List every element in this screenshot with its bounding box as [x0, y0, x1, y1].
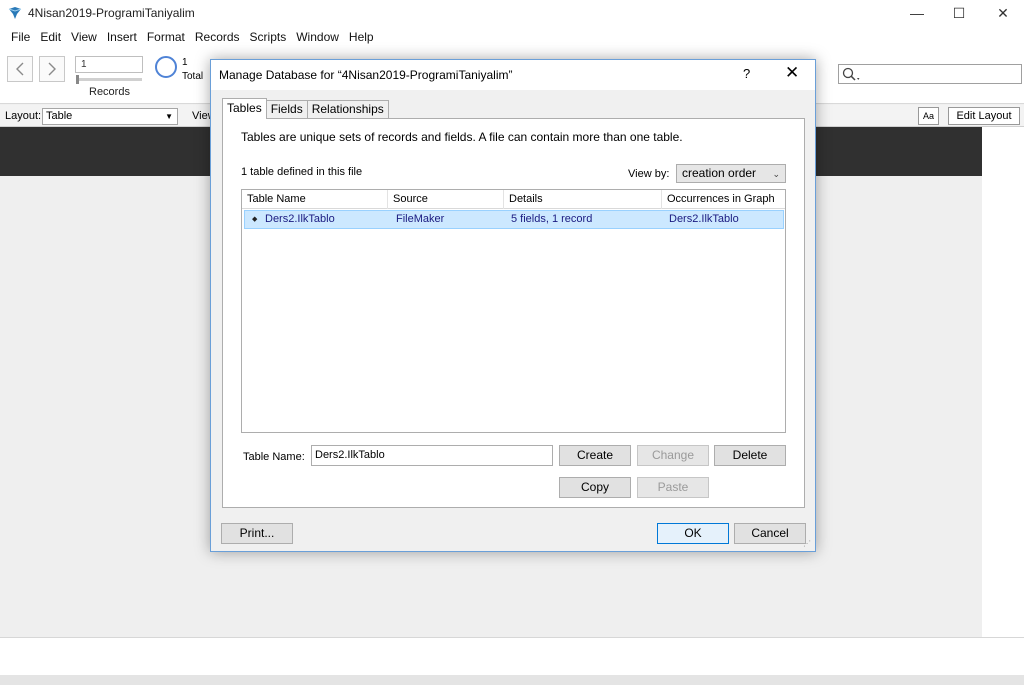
- tab-tables[interactable]: Tables: [222, 98, 267, 119]
- dialog-title: Manage Database for “4Nisan2019-Programi…: [219, 68, 513, 82]
- menu-records[interactable]: Records: [190, 30, 245, 44]
- search-icon: [842, 67, 860, 81]
- chevron-right-icon: [48, 62, 56, 76]
- menu-file[interactable]: File: [6, 30, 35, 44]
- content-side-area: [982, 127, 1024, 637]
- records-pie-icon: [155, 56, 177, 78]
- view-by-label: View by:: [628, 168, 670, 180]
- menu-help[interactable]: Help: [344, 30, 379, 44]
- view-by-dropdown[interactable]: creation order ⌄: [676, 164, 786, 183]
- cancel-button[interactable]: Cancel: [734, 523, 806, 544]
- app-titlebar: 4Nisan2019-ProgramiTaniyalim — ☐ ✕: [0, 0, 1024, 26]
- copy-button[interactable]: Copy: [559, 477, 631, 498]
- menu-window[interactable]: Window: [291, 30, 344, 44]
- dialog-close-button[interactable]: ✕: [785, 63, 799, 83]
- record-slider[interactable]: [76, 78, 142, 81]
- tables-description: Tables are unique sets of records and fi…: [241, 130, 683, 144]
- paste-button[interactable]: Paste: [637, 477, 709, 498]
- filemaker-app-icon: [8, 7, 22, 19]
- table-count-text: 1 table defined in this file: [241, 166, 363, 178]
- record-slider-thumb[interactable]: [76, 75, 79, 84]
- table-row-details: 5 fields, 1 record: [511, 213, 593, 225]
- total-count: 1: [182, 57, 188, 68]
- dropdown-arrow-icon: ▼: [165, 112, 173, 121]
- menu-edit[interactable]: Edit: [35, 30, 66, 44]
- app-title: 4Nisan2019-ProgramiTaniyalim: [28, 6, 195, 20]
- column-header-details[interactable]: Details: [504, 190, 662, 209]
- quick-find-input[interactable]: [838, 64, 1022, 84]
- resize-grip-icon[interactable]: ⋰: [803, 539, 813, 549]
- table-name-label: Table Name:: [243, 451, 305, 463]
- change-button[interactable]: Change: [637, 445, 709, 466]
- view-by-value: creation order: [682, 166, 757, 180]
- menu-view[interactable]: View: [66, 30, 102, 44]
- menu-insert[interactable]: Insert: [102, 30, 142, 44]
- ok-button[interactable]: OK: [657, 523, 729, 544]
- menu-format[interactable]: Format: [142, 30, 190, 44]
- close-window-button[interactable]: ✕: [980, 0, 1024, 26]
- chevron-down-icon: ⌄: [772, 169, 780, 179]
- formatting-bar-button[interactable]: Aa: [918, 107, 939, 125]
- layout-dropdown[interactable]: Table ▼: [42, 108, 178, 125]
- tab-relationships[interactable]: Relationships: [306, 100, 389, 119]
- tab-fields[interactable]: Fields: [265, 100, 308, 119]
- bottom-strip: [0, 675, 1024, 685]
- tables-list[interactable]: Table Name Source Details Occurrences in…: [241, 189, 786, 433]
- menu-scripts[interactable]: Scripts: [245, 30, 292, 44]
- print-button[interactable]: Print...: [221, 523, 293, 544]
- column-header-occurrences[interactable]: Occurrences in Graph: [662, 190, 785, 209]
- column-header-source[interactable]: Source: [388, 190, 504, 209]
- dialog-help-button[interactable]: ?: [743, 66, 750, 81]
- previous-record-button[interactable]: [7, 56, 33, 82]
- minimize-button[interactable]: —: [894, 0, 940, 26]
- create-button[interactable]: Create: [559, 445, 631, 466]
- status-bar: [0, 637, 1024, 675]
- table-row-source: FileMaker: [396, 213, 445, 225]
- menu-bar: File Edit View Insert Format Records Scr…: [0, 26, 1024, 48]
- table-row[interactable]: ◆ Ders2.IlkTablo FileMaker 5 fields, 1 r…: [244, 210, 784, 229]
- table-row-name: Ders2.IlkTablo: [265, 213, 335, 225]
- table-row-occurrences: Ders2.IlkTablo: [669, 213, 739, 225]
- total-label: Total: [182, 71, 204, 82]
- next-record-button[interactable]: [39, 56, 65, 82]
- current-record-input[interactable]: 1: [75, 56, 143, 73]
- drag-handle-icon[interactable]: ◆: [252, 215, 257, 223]
- layout-dropdown-value: Table: [46, 110, 73, 122]
- column-header-table-name[interactable]: Table Name: [242, 190, 388, 209]
- delete-button[interactable]: Delete: [714, 445, 786, 466]
- manage-database-dialog: Manage Database for “4Nisan2019-Programi…: [210, 59, 816, 552]
- table-name-input[interactable]: Ders2.IlkTablo: [311, 445, 553, 466]
- chevron-left-icon: [16, 62, 24, 76]
- maximize-button[interactable]: ☐: [936, 0, 982, 26]
- records-label: Records: [89, 86, 130, 98]
- layout-label: Layout:: [5, 110, 42, 122]
- dialog-tabs: Tables Fields Relationships: [222, 98, 389, 119]
- edit-layout-button[interactable]: Edit Layout: [948, 107, 1020, 125]
- tables-list-header: Table Name Source Details Occurrences in…: [242, 190, 785, 209]
- dialog-titlebar: Manage Database for “4Nisan2019-Programi…: [211, 60, 815, 90]
